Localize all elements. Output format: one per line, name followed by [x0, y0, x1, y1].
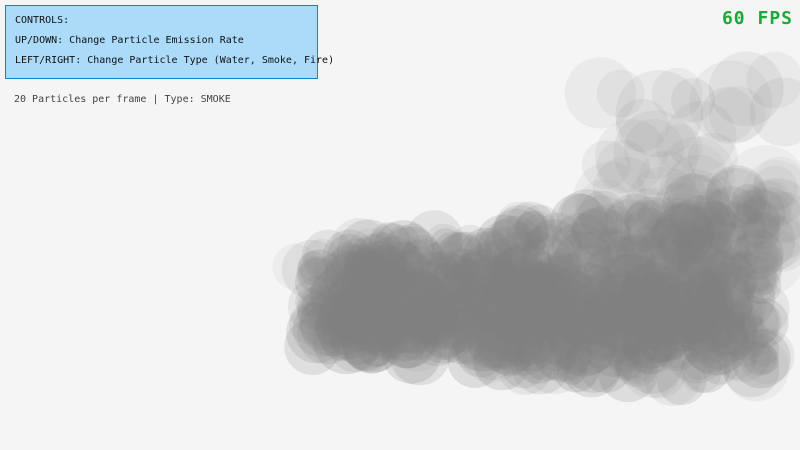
- controls-title: CONTROLS:: [15, 15, 70, 26]
- smoke-particle: [596, 139, 650, 194]
- smoke-particle: [550, 193, 608, 252]
- particle-status-text: 20 Particles per frame | Type: SMOKE: [14, 94, 231, 105]
- smoke-particle: [387, 270, 453, 336]
- game-canvas[interactable]: CONTROLS: UP/DOWN: Change Particle Emiss…: [0, 0, 800, 450]
- smoke-particle: [528, 256, 582, 310]
- smoke-particle: [697, 262, 752, 317]
- smoke-particle: [630, 271, 693, 334]
- smoke-particle: [596, 69, 645, 118]
- smoke-particle: [575, 291, 632, 347]
- fps-counter: 60 FPS: [721, 8, 793, 29]
- smoke-particle: [486, 301, 534, 349]
- smoke-particle: [741, 195, 771, 224]
- controls-emission-rate-hint: UP/DOWN: Change Particle Emission Rate: [15, 35, 244, 46]
- smoke-particle: [700, 87, 756, 142]
- controls-panel: CONTROLS: UP/DOWN: Change Particle Emiss…: [5, 5, 334, 79]
- controls-particle-type-hint: LEFT/RIGHT: Change Particle Type (Water,…: [15, 55, 335, 66]
- smoke-particle: [637, 200, 667, 229]
- smoke-particle: [655, 124, 703, 171]
